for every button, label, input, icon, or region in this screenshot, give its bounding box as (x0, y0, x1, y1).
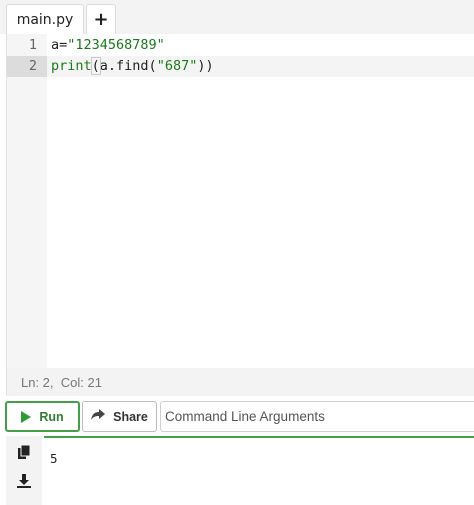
tab-main-py[interactable]: main.py (6, 4, 84, 34)
cursor-status: Ln: 2, Col: 21 (6, 368, 474, 396)
matched-bracket: ( (90, 57, 101, 75)
keyword-token: print (51, 58, 92, 74)
code-text[interactable]: a="1234568789" (51, 35, 165, 56)
share-label: Share (113, 409, 148, 424)
code-line-2[interactable]: 2 print(a.find("687")) (7, 56, 474, 77)
code-token: )) (197, 58, 214, 74)
share-icon (91, 409, 106, 424)
run-label: Run (39, 409, 64, 424)
run-button[interactable]: Run (5, 401, 80, 432)
code-line-1[interactable]: 1 a="1234568789" (7, 35, 474, 56)
output-divider (44, 436, 474, 438)
string-token: "1234568789" (67, 37, 165, 53)
cursor-position: Ln: 2, Col: 21 (21, 374, 102, 390)
command-line-arguments-input[interactable] (160, 401, 474, 432)
string-token: "687" (156, 58, 198, 74)
copy-icon[interactable] (17, 444, 31, 460)
line-number: 2 (7, 56, 47, 77)
code-token: a= (51, 37, 68, 53)
line-gutter (7, 34, 47, 368)
tab-bar: main.py + (0, 0, 474, 34)
code-text[interactable]: print(a.find("687")) (51, 56, 214, 77)
code-editor[interactable]: 1 a="1234568789" 2 print(a.find("687")) (6, 34, 474, 368)
program-output: 5 (50, 451, 58, 466)
code-token: a.find( (99, 58, 157, 74)
download-icon[interactable] (17, 473, 31, 489)
share-button[interactable]: Share (82, 401, 157, 432)
line-number: 1 (28, 37, 37, 53)
add-file-button[interactable]: + (86, 4, 116, 34)
run-toolbar: Run Share (0, 400, 474, 434)
play-icon (21, 410, 32, 423)
